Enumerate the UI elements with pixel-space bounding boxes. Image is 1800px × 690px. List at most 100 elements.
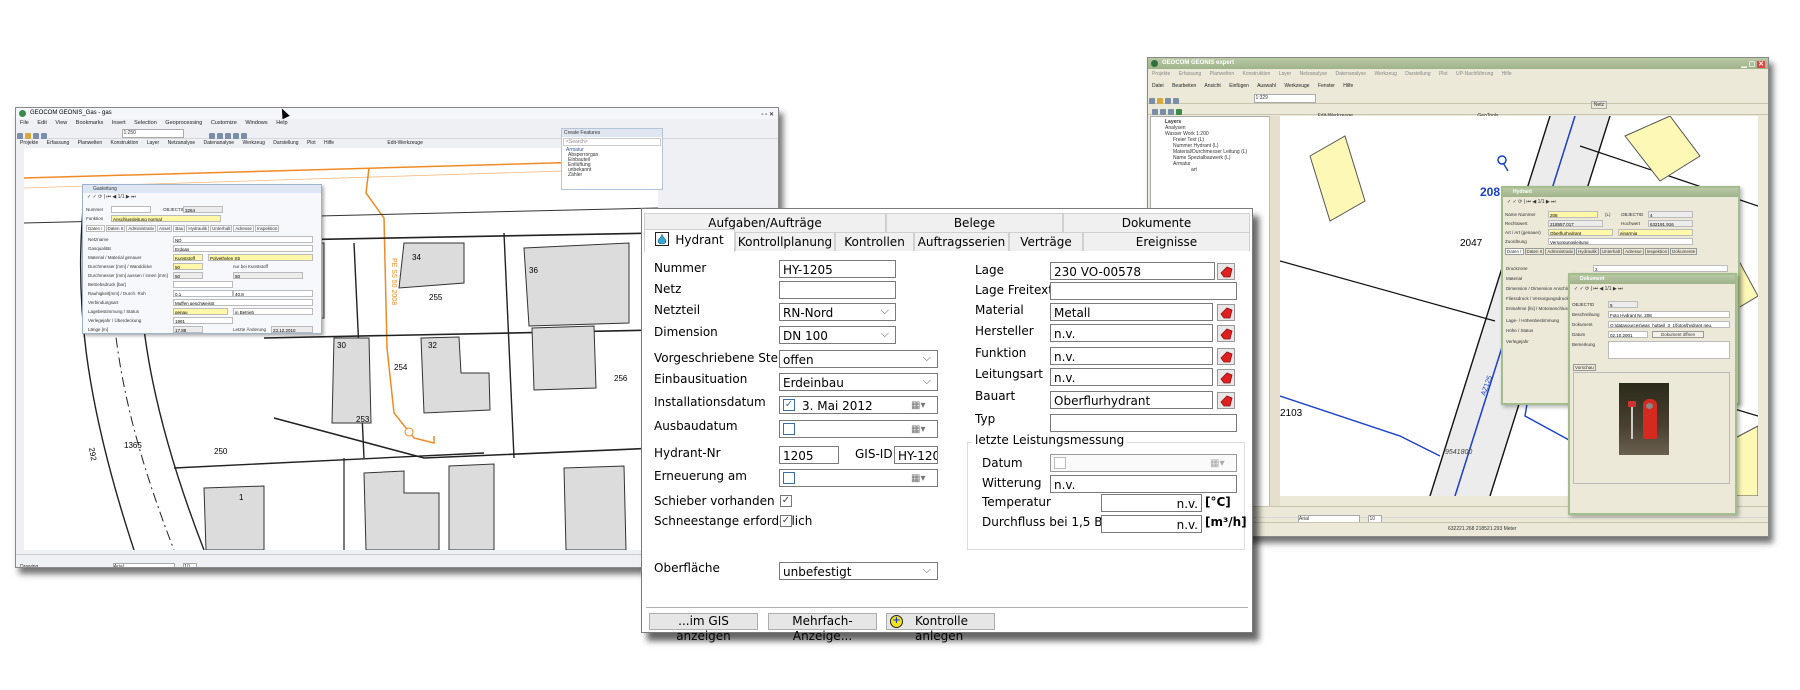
lage-input[interactable]: 230 VO-00578 [1050, 262, 1215, 280]
tab-bau[interactable]: Bau [173, 225, 186, 232]
mehrfach-anzeige-button[interactable]: Mehrfach-Anzeige... [768, 613, 877, 643]
menu-datenanalyse[interactable]: Datenanalyse [204, 140, 235, 146]
hydrant-nr-input[interactable]: 1205 [779, 446, 839, 464]
row-field[interactable]: 50 [173, 263, 203, 270]
bauart-lookup-button[interactable] [1217, 392, 1235, 409]
menu-up-nachfuehrung[interactable]: UP-Nachführung [1456, 71, 1493, 77]
funktion-field[interactable]: Anschlussleitung normal [111, 215, 221, 222]
font-size-select[interactable]: 10 [183, 563, 198, 567]
tab-administrativ[interactable]: Administrativ [126, 225, 157, 232]
pan-icon[interactable] [1168, 109, 1174, 115]
gis-id-input[interactable]: HY-1205 [894, 446, 938, 464]
ausbaudatum-checkbox[interactable] [783, 423, 795, 435]
tab-hydraulik[interactable]: Hydraulik [1576, 248, 1599, 255]
tab-adresse[interactable]: Adresse [233, 225, 254, 232]
menu-fenster[interactable]: Fenster [1318, 83, 1335, 89]
menu-edit[interactable]: Edit [37, 120, 46, 126]
menu-geoprocessing[interactable]: Geoprocessing [165, 120, 202, 126]
zoom-out-icon[interactable] [1160, 109, 1166, 115]
menu-datenanalyse[interactable]: Datenanalyse [1336, 71, 1367, 77]
schieber-checkbox[interactable]: ✓ [780, 495, 792, 507]
menu-konstruktion[interactable]: Konstruktion [1243, 71, 1271, 77]
menu-planwelten[interactable]: Planwelten [1210, 71, 1234, 77]
create-features-search[interactable]: <Search> [563, 138, 661, 146]
zuordnung-field[interactable]: Versorgungsleitung [1548, 238, 1693, 245]
font-select[interactable]: Arial [112, 563, 175, 567]
tab-unterhalt[interactable]: Unterhalt [210, 225, 233, 232]
leitungsart-lookup-button[interactable] [1217, 369, 1235, 386]
installationsdatum-checkbox[interactable]: ✓ [783, 399, 795, 411]
row-field[interactable]: 2 [1593, 265, 1728, 272]
menu-help[interactable]: Help [276, 120, 287, 126]
menu-einfuegen[interactable]: Einfügen [1229, 83, 1249, 89]
menu-datei[interactable]: Datei [1152, 83, 1164, 89]
menu-view[interactable]: View [55, 120, 67, 126]
tab-daten-1[interactable]: Daten I [86, 225, 105, 232]
tab-vorschau[interactable]: Vorschau [1573, 364, 1596, 371]
name-nummer-field[interactable]: 208 [1548, 211, 1598, 218]
tab-adresse[interactable]: Adresse [1623, 248, 1644, 255]
dokument-path-field[interactable]: Q:\datasources\was_huttwil_3_1\fotos\hyd… [1608, 321, 1730, 328]
tab-belege[interactable]: Belege [886, 213, 1063, 232]
feature-template[interactable]: Zähler [562, 173, 662, 178]
datum-field[interactable]: 02.10.2001 [1608, 331, 1648, 338]
funktion-lookup-button[interactable] [1217, 348, 1235, 365]
row-field[interactable]: Erdgas [173, 245, 313, 252]
menu-windows[interactable]: Windows [245, 120, 267, 126]
tab-daten-2[interactable]: Daten II [1524, 248, 1545, 255]
material-lookup-button[interactable] [1217, 304, 1235, 321]
menu-konstruktion[interactable]: Konstruktion [111, 140, 139, 146]
scale-box[interactable]: 1:250 [122, 129, 185, 138]
tab-hydraulik[interactable]: Hydraulik [186, 225, 210, 232]
typ-input[interactable] [1050, 414, 1237, 432]
row-field[interactable]: 1991 [173, 317, 233, 324]
tab-dokumente[interactable]: Dokumente [1670, 248, 1698, 255]
nummer-field[interactable] [111, 206, 151, 213]
stellung-select[interactable]: offen [779, 350, 938, 368]
row-field[interactable]: 40.8 [233, 290, 313, 297]
menu-hilfe[interactable]: Hilfe [1502, 71, 1512, 77]
menu-ansicht[interactable]: Ansicht [1204, 83, 1220, 89]
row-field[interactable]: ND [173, 236, 313, 243]
edit-tools-dropdown[interactable]: Edit-Werkzeuge [387, 140, 422, 146]
row-field[interactable]: in Betrieb [233, 308, 313, 315]
netz-input[interactable] [779, 281, 896, 299]
menu-hilfe[interactable]: Hilfe [324, 140, 334, 146]
globe-icon[interactable] [1176, 109, 1182, 115]
menu-planwelten[interactable]: Planwelten [78, 140, 102, 146]
menu-layer[interactable]: Layer [1279, 71, 1292, 77]
bemerkung-field[interactable] [1608, 341, 1730, 359]
menu-plot[interactable]: Plot [1439, 71, 1448, 77]
tab-daten-2[interactable]: Daten II [105, 225, 126, 232]
menu-file[interactable]: File [20, 120, 29, 126]
tab-kontrollen[interactable]: Kontrollen [835, 232, 914, 251]
schneestange-checkbox[interactable]: ✓ [780, 515, 792, 527]
erneuerung-picker[interactable]: ▦▾ [779, 469, 938, 487]
im-gis-anzeigen-button[interactable]: ...im GIS anzeigen [649, 613, 758, 643]
hersteller-lookup-button[interactable] [1217, 325, 1235, 342]
menu-insert[interactable]: Insert [112, 120, 126, 126]
menu-plot[interactable]: Plot [307, 140, 316, 146]
temperatur-input[interactable]: n.v. [1101, 494, 1202, 512]
bauart-input[interactable]: Oberflurhydrant [1050, 391, 1213, 409]
nummer-input[interactable]: HY-1205 [779, 260, 896, 278]
tab-asset[interactable]: Asset [157, 225, 173, 232]
tab-inspektion[interactable]: Inspektion [1644, 248, 1670, 255]
tab-daten-1[interactable]: Daten I [1505, 248, 1524, 255]
tab-ereignisse[interactable]: Ereignisse [1083, 232, 1250, 251]
durchfluss-input[interactable]: n.v. [1101, 515, 1202, 533]
layers-root[interactable]: Layers [1151, 117, 1269, 125]
menu-hilfe[interactable]: Hilfe [1343, 83, 1353, 89]
tab-dokumente[interactable]: Dokumente [1063, 213, 1250, 232]
dimension-select[interactable]: DN 100 [779, 326, 896, 344]
messung-datum-checkbox[interactable] [1054, 457, 1066, 469]
calendar-dropdown-icon[interactable]: ▦▾ [1210, 458, 1232, 470]
menu-erfassung[interactable]: Erfassung [1179, 71, 1202, 77]
row-field[interactable] [173, 281, 233, 288]
beschreibung-field[interactable]: Foto Hydrant Nr. 208 [1608, 311, 1730, 318]
row-field[interactable]: Kunststoff [173, 254, 203, 261]
window-controls[interactable]: ▁ ▢ ✕ [1741, 59, 1765, 70]
row-field[interactable]: 0.1 [173, 290, 233, 297]
row-field[interactable]: Muffen geschweisst [173, 299, 313, 306]
oberflaeche-select[interactable]: unbefestigt [779, 562, 938, 580]
